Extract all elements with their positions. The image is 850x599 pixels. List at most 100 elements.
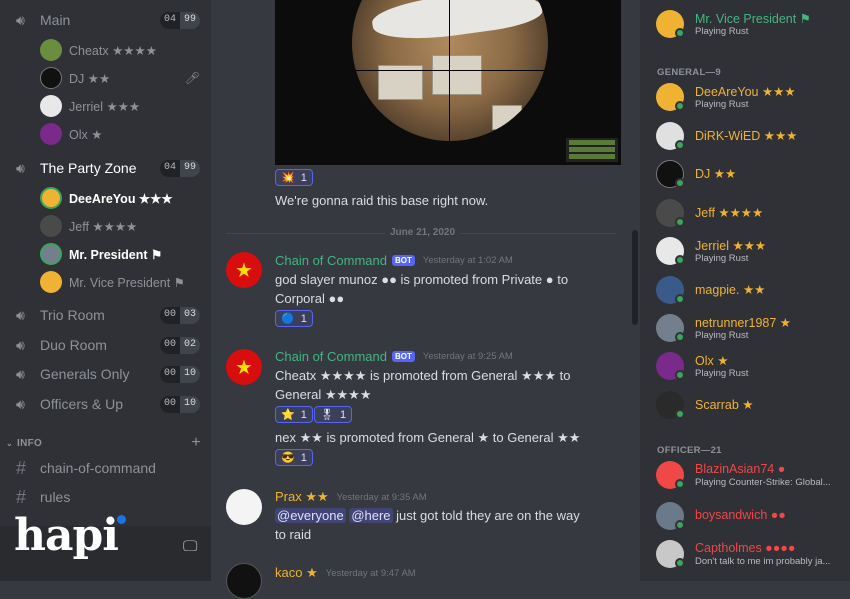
member-item[interactable]: Olx ★ Playing Rust — [656, 350, 846, 382]
online-status — [675, 28, 685, 38]
voice-user[interactable]: Jeff ★★★★ — [40, 214, 200, 238]
bot-badge: BOT — [392, 351, 415, 362]
author-name[interactable]: Prax ★★ — [275, 489, 329, 505]
avatar[interactable]: ★ — [226, 252, 262, 288]
mention-everyone[interactable]: @everyone — [275, 508, 346, 523]
speaker-icon: 🔊︎ — [16, 160, 25, 176]
logo-dot — [117, 515, 126, 524]
voice-user[interactable]: Jerriel ★★★ — [40, 94, 200, 118]
mention-here[interactable]: @here — [349, 508, 393, 523]
reaction-emoji: 🔵 — [281, 313, 295, 325]
voice-channel-generals-only[interactable]: 🔊︎ Generals Only 00 10 — [16, 363, 200, 385]
avatar — [40, 243, 62, 265]
voice-user[interactable]: Olx ★ — [40, 122, 200, 146]
online-status — [675, 255, 685, 265]
voice-channel-party-zone[interactable]: 🔊︎ The Party Zone 04 99 — [16, 157, 200, 179]
member-item[interactable]: Scarrab ★ — [656, 389, 846, 421]
reaction-emoji: 😎 — [281, 452, 295, 464]
scrollbar[interactable] — [632, 230, 638, 325]
role-header-general: GENERAL—9 — [657, 67, 721, 78]
author-name[interactable]: Chain of Command — [275, 253, 387, 268]
voice-user[interactable]: Mr. President ⚑ — [40, 242, 200, 266]
member-activity: Playing Rust — [695, 26, 749, 37]
message-header: kaco ★ Yesterday at 9:47 AM — [275, 565, 416, 581]
member-item[interactable]: Jeff ★★★★ — [656, 197, 846, 229]
voice-user-name: Jeff ★★★★ — [69, 219, 138, 234]
text-channel-chain-of-command[interactable]: # chain-of-command — [16, 457, 156, 479]
reaction[interactable]: 😎 1 — [275, 449, 313, 466]
member-item[interactable]: Mr. Vice President ⚑ Playing Rust — [656, 8, 846, 40]
reaction[interactable]: 💥 1 — [275, 169, 313, 186]
member-item[interactable]: Jerriel ★★★ Playing Rust — [656, 235, 846, 267]
bot-badge: BOT — [392, 255, 415, 266]
voice-channel-main[interactable]: 🔊︎ Main 04 99 — [16, 9, 200, 31]
voice-user[interactable]: DeeAreYou ★★★ — [40, 186, 200, 210]
member-item[interactable]: BlazinAsian74 ● Playing Counter-Strike: G… — [656, 459, 846, 491]
reaction[interactable]: 🎖 1 — [314, 406, 353, 423]
message-header: Chain of Command BOT Yesterday at 1:02 A… — [275, 253, 513, 268]
member-item[interactable]: boysandwich ●● — [656, 500, 846, 532]
member-item[interactable]: DJ ★★ — [656, 158, 846, 190]
avatar[interactable] — [226, 563, 262, 599]
member-activity: Playing Rust — [695, 99, 749, 110]
author-name[interactable]: kaco ★ — [275, 565, 318, 581]
reaction[interactable]: 🔵 1 — [275, 310, 313, 327]
timestamp: Yesterday at 9:25 AM — [422, 351, 513, 362]
member-item[interactable]: magpie. ★★ — [656, 274, 846, 306]
channel-name: rules — [40, 489, 71, 505]
avatar — [40, 215, 62, 237]
online-status — [675, 140, 685, 150]
crosshair-h — [352, 70, 548, 71]
voice-user[interactable]: Mr. Vice President ⚑ — [40, 270, 200, 294]
voice-channel-officers-up[interactable]: 🔊︎ Officers & Up 00 10 — [16, 393, 200, 415]
category-label: INFO — [17, 437, 43, 449]
voice-user-name: DeeAreYou ★★★ — [69, 191, 173, 206]
member-activity: Don't talk to me im probably ja... — [695, 556, 831, 567]
screen-share-icon[interactable]: 🖵 — [183, 538, 197, 555]
timestamp: Yesterday at 1:02 AM — [422, 255, 513, 266]
reaction-count: 1 — [300, 451, 307, 464]
channel-name: Trio Room — [40, 307, 105, 323]
locked-speaker-icon: 🔊︎ — [16, 366, 25, 382]
member-name: DeeAreYou ★★★ — [695, 85, 796, 99]
voice-user[interactable]: DJ ★★ 🎤︎ — [40, 66, 200, 90]
reaction-count: 1 — [300, 408, 307, 421]
text-channel-rules[interactable]: # rules — [16, 486, 70, 508]
member-item[interactable]: DiRK-WiED ★★★ — [656, 120, 846, 152]
member-item[interactable]: netrunner1987 ★ Playing Rust — [656, 312, 846, 344]
user-limit-badge: 04 99 — [159, 11, 200, 29]
online-status — [675, 294, 685, 304]
hash-icon: # — [16, 486, 27, 507]
online-status — [675, 101, 685, 111]
avatar[interactable]: ★ — [226, 349, 262, 385]
member-name: Mr. Vice President ⚑ — [695, 12, 811, 26]
user-limit-badge: 00 02 — [159, 336, 200, 354]
reaction-emoji: ⭐ — [281, 409, 295, 421]
member-name: BlazinAsian74 ● — [695, 462, 786, 476]
voice-channel-duo[interactable]: 🔊︎ Duo Room 00 02 — [16, 334, 200, 356]
channel-name: The Party Zone — [40, 160, 137, 176]
user-limit-badge: 00 10 — [159, 365, 200, 383]
avatar — [40, 271, 62, 293]
member-name: DiRK-WiED ★★★ — [695, 129, 798, 143]
avatar — [40, 67, 62, 89]
member-item[interactable]: DeeAreYou ★★★ Playing Rust — [656, 81, 846, 113]
member-name: Jeff ★★★★ — [695, 206, 764, 220]
avatar — [40, 123, 62, 145]
chevron-down-icon: ⌄ — [6, 438, 14, 448]
voice-channel-trio[interactable]: 🔊︎ Trio Room 00 03 — [16, 304, 200, 326]
category-info[interactable]: ⌄ INFO + — [6, 434, 201, 452]
member-activity: Playing Rust — [695, 368, 749, 379]
message-text: god slayer munoz ●● is promoted from Pri… — [275, 272, 569, 306]
author-name[interactable]: Chain of Command — [275, 349, 387, 364]
member-item[interactable]: Captholmes ●●●● Don't talk to me im proba… — [656, 538, 846, 570]
voice-user-name: Olx ★ — [69, 127, 103, 142]
user-limit-badge: 00 03 — [159, 306, 200, 324]
channel-name: chain-of-command — [40, 460, 156, 476]
reaction[interactable]: ⭐ 1 — [275, 406, 313, 423]
online-status — [675, 217, 685, 227]
member-name: magpie. ★★ — [695, 283, 766, 297]
add-channel-icon[interactable]: + — [191, 434, 201, 452]
avatar[interactable] — [226, 489, 262, 525]
voice-user[interactable]: Cheatx ★★★★ — [40, 38, 200, 62]
